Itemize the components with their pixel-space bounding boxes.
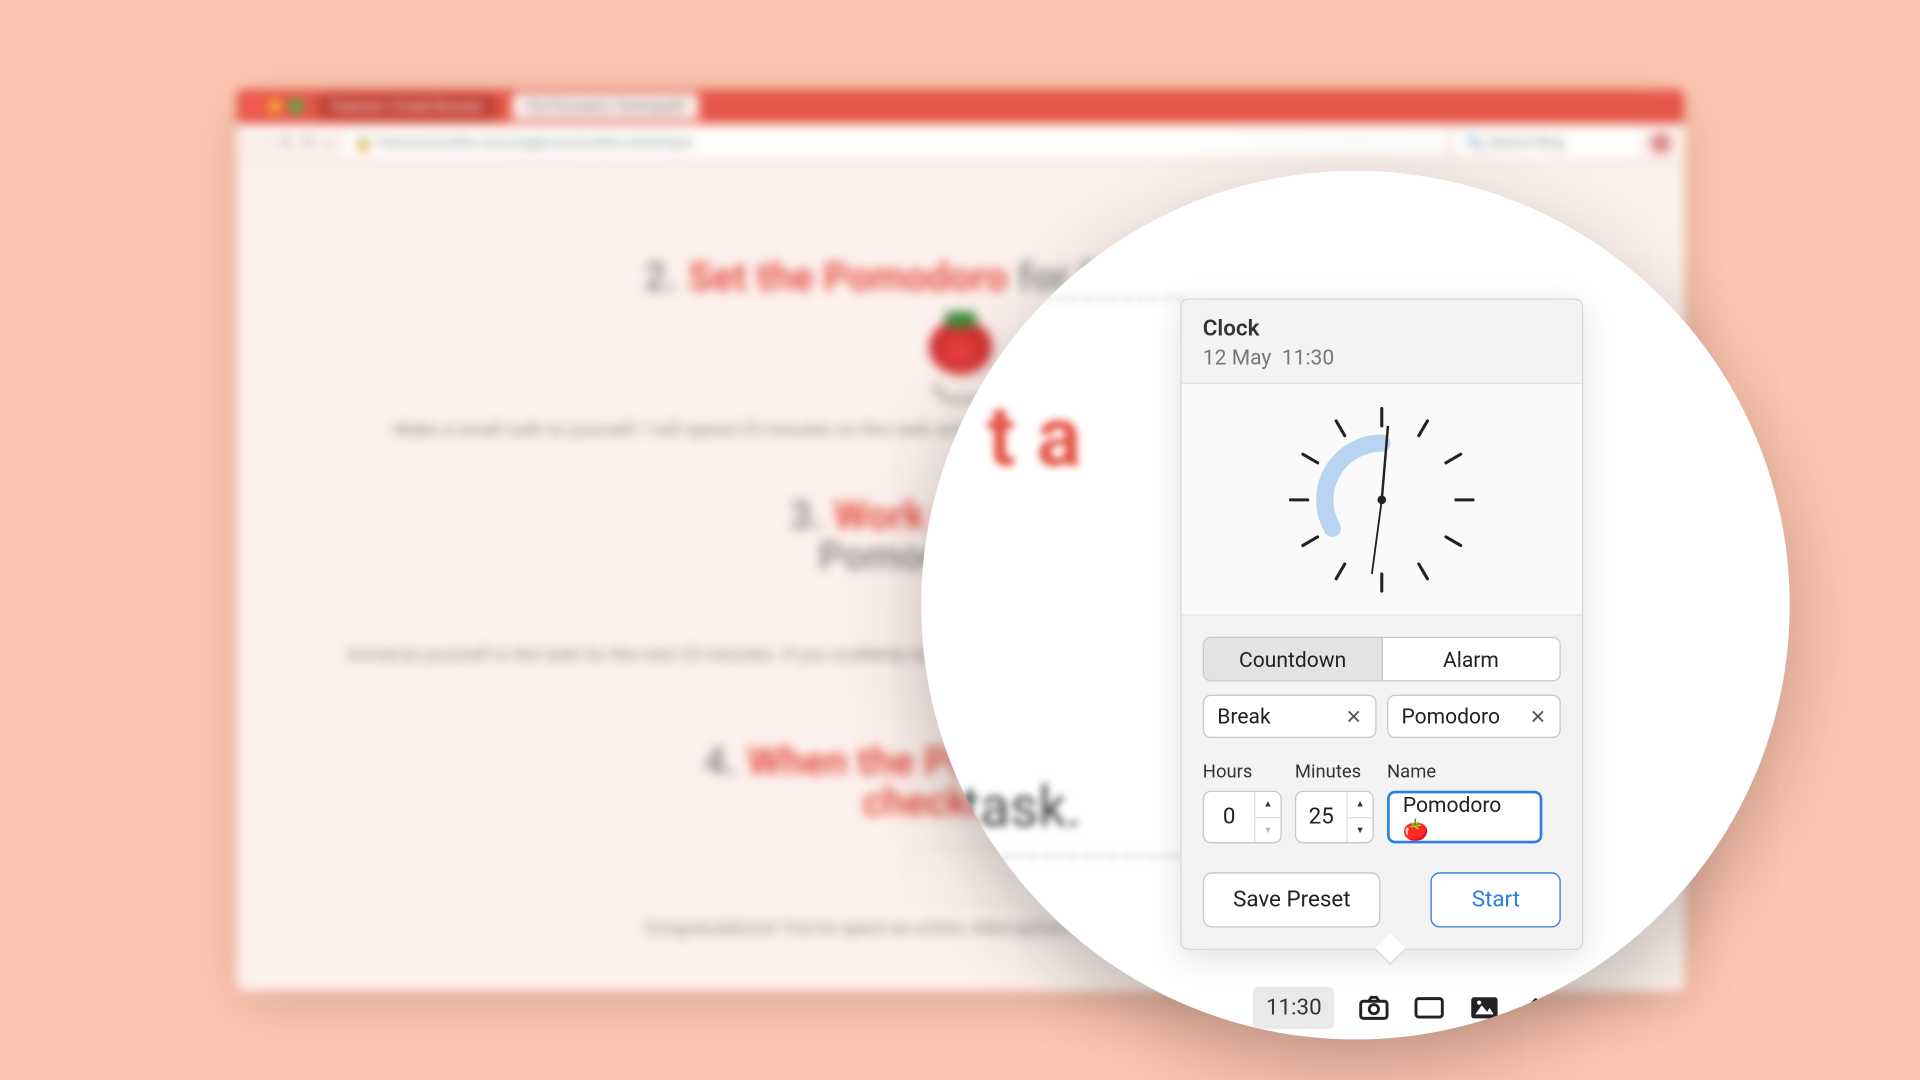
tab-alarm[interactable]: Alarm (1382, 638, 1559, 680)
minutes-stepper[interactable]: 25 ▲ ▼ (1295, 791, 1374, 844)
status-bar: 11:30 Re (1253, 987, 1605, 1029)
search-icon: 🔍 (1466, 134, 1484, 151)
mode-tabs: Countdown Alarm (1203, 637, 1561, 682)
panel-datetime: 12 May 11:30 (1203, 345, 1561, 370)
url-field[interactable]: 🔒 francescocirillo.com/pages/pomodoro-te… (344, 129, 1445, 155)
browser-tab-active[interactable]: The Pomodoro Technique® (512, 93, 699, 119)
minutes-label: Minutes (1295, 762, 1374, 783)
hours-label: Hours (1203, 762, 1282, 783)
lock-icon: 🔒 (355, 134, 373, 151)
status-text-fragment: Re (1580, 995, 1606, 1021)
save-preset-button[interactable]: Save Preset (1203, 872, 1381, 927)
profile-icon[interactable] (1650, 132, 1671, 153)
stepper-down-icon[interactable]: ▼ (1255, 818, 1280, 842)
close-icon[interactable]: ✕ (1530, 705, 1547, 729)
address-bar: ‹ › ✕ ↻ ⌂ 🔒 francescocirillo.com/pages/p… (237, 123, 1685, 162)
panel-title: Clock (1203, 316, 1561, 342)
search-field[interactable]: 🔍 Search Bing (1455, 129, 1639, 155)
window-minimize-icon[interactable] (268, 100, 281, 113)
preset-chip-break[interactable]: Break ✕ (1203, 695, 1377, 738)
window-maximize-icon[interactable] (289, 100, 302, 113)
clock-panel: Clock 12 May 11:30 (1180, 299, 1583, 950)
clock-face (1182, 384, 1582, 616)
status-clock[interactable]: 11:30 (1253, 987, 1335, 1029)
start-button[interactable]: Start (1431, 872, 1561, 927)
chip-label: Break (1217, 704, 1270, 729)
search-placeholder: Search Bing (1488, 134, 1565, 151)
forward-icon[interactable]: › (265, 134, 269, 151)
close-icon[interactable]: ✕ (1345, 705, 1362, 729)
panel-header: Clock 12 May 11:30 (1182, 300, 1582, 384)
home-icon[interactable]: ⌂ (325, 134, 334, 151)
panel-toggle-icon[interactable] (1414, 995, 1446, 1021)
name-label: Name (1387, 762, 1561, 783)
stepper-up-icon[interactable]: ▲ (1255, 792, 1280, 818)
name-field[interactable]: Pomodoro 🍅 (1387, 791, 1542, 844)
stop-icon[interactable]: ✕ (280, 134, 292, 151)
browser-tab[interactable]: Features | Vivaldi Browser (318, 93, 495, 119)
name-value: Pomodoro 🍅 (1403, 792, 1527, 842)
chip-label: Pomodoro (1402, 704, 1500, 729)
partial-heading: t a (987, 388, 1082, 487)
stepper-down-icon[interactable]: ▼ (1348, 818, 1373, 842)
code-icon[interactable] (1524, 995, 1556, 1021)
tab-label: Features | Vivaldi Browser (332, 99, 483, 113)
zoom-lens: t a on a task. Clock 12 May 11:30 (921, 171, 1790, 1040)
hours-value: 0 (1204, 792, 1254, 842)
tab-bar: Features | Vivaldi Browser The Pomodoro … (237, 89, 1685, 123)
partial-text: on a task. (921, 776, 1081, 840)
image-icon[interactable] (1469, 995, 1501, 1021)
reload-icon[interactable]: ↻ (302, 134, 314, 151)
tab-countdown[interactable]: Countdown (1204, 638, 1382, 680)
hours-stepper[interactable]: 0 ▲ ▼ (1203, 791, 1282, 844)
capture-icon[interactable] (1359, 995, 1391, 1021)
minutes-value: 25 (1296, 792, 1346, 842)
window-close-icon[interactable] (247, 100, 260, 113)
preset-chip-pomodoro[interactable]: Pomodoro ✕ (1387, 695, 1561, 738)
back-icon[interactable]: ‹ (250, 134, 254, 151)
url-text: francescocirillo.com/pages/pomodoro-tech… (377, 134, 694, 151)
stepper-up-icon[interactable]: ▲ (1348, 792, 1373, 818)
tab-label: The Pomodoro Technique® (525, 99, 686, 113)
